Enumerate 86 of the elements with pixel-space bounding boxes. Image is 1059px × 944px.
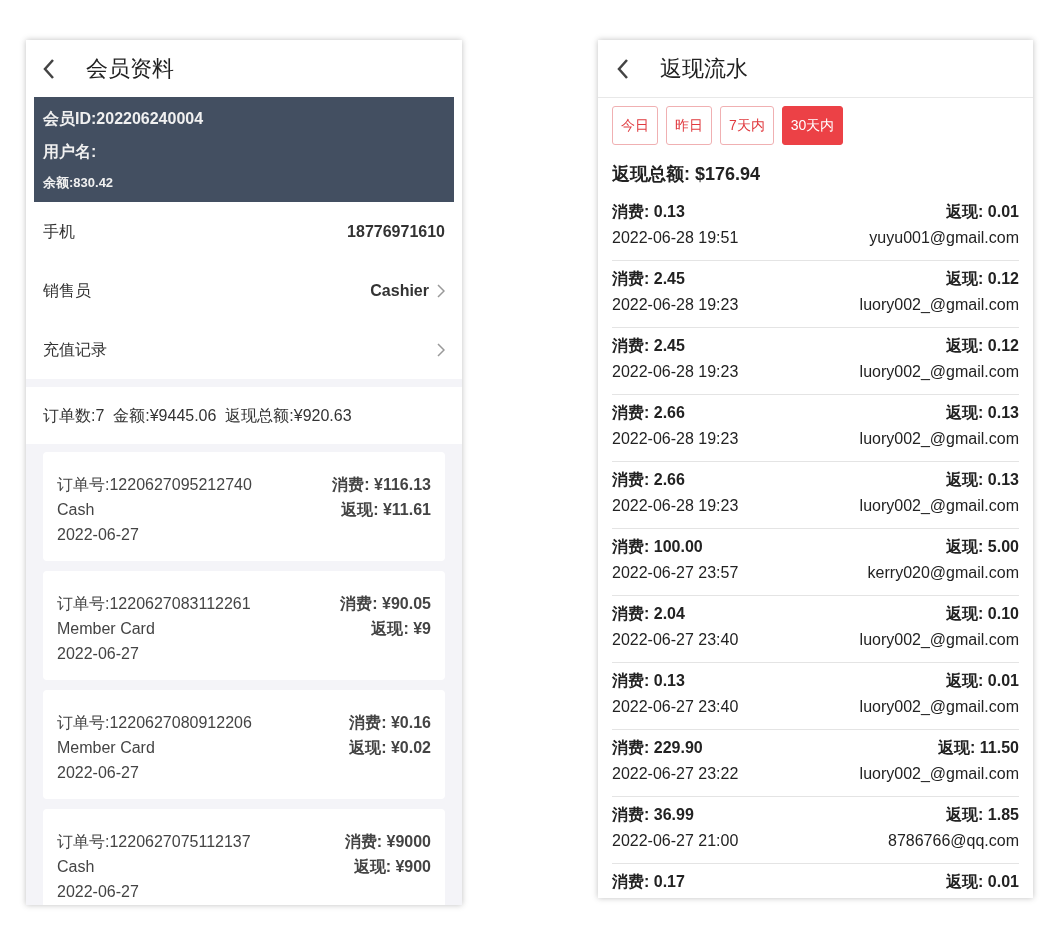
order-date: 2022-06-27 (57, 644, 140, 664)
order-number: 订单号:1220627080912206 (57, 713, 252, 733)
customer-email: luory002_@gmail.com (859, 429, 1019, 449)
record-time: 2022-06-28 19:23 (612, 295, 739, 315)
spend-amount: 消费: 2.45 (612, 269, 685, 289)
rebate-amount: 返现: ¥11.61 (341, 500, 431, 520)
rebate-amount: 返现: 5.00 (946, 537, 1019, 557)
customer-email: 8786766@qq.com (888, 831, 1019, 851)
rebate-amount: 返现: 1.85 (946, 805, 1019, 825)
rebate-amount: 返现: 0.01 (946, 202, 1019, 222)
row-label: 充值记录 (43, 339, 107, 360)
spend-amount: 消费: 0.17 (612, 872, 685, 892)
record-time: 2022-06-27 23:40 (612, 630, 739, 650)
spend-amount: 消费: 36.99 (612, 805, 694, 825)
payment-method: Cash (57, 857, 96, 877)
spend-amount: 消费: 2.66 (612, 403, 685, 423)
screen-title: 会员资料 (86, 55, 174, 83)
chevron-right-icon (437, 283, 445, 298)
row-label: 手机 (43, 221, 75, 242)
spend-amount: 消费: 100.00 (612, 537, 703, 557)
date-filter-tab[interactable]: 今日 (612, 106, 658, 145)
spend-amount: 消费: ¥0.16 (349, 713, 431, 733)
rebate-amount: 返现: 0.13 (946, 470, 1019, 490)
order-card[interactable]: 订单号:1220627095212740 Cash 2022-06-27 消费: ¥116.13 返现: ¥11.61 (43, 452, 445, 561)
record-time: 2022-06-28 19:23 (612, 362, 739, 382)
spend-amount: 消费: 2.04 (612, 604, 685, 624)
rebate-amount: 返现: 0.13 (946, 403, 1019, 423)
payment-method: Member Card (57, 619, 156, 639)
member-id: 会员ID:202206240004 (43, 109, 205, 129)
record-time: 2022-06-28 19:51 (612, 228, 739, 248)
payment-method: Member Card (57, 738, 156, 758)
rebate-amount: 返现: 0.10 (946, 604, 1019, 624)
customer-email: yuyu001@gmail.com (869, 228, 1019, 248)
record-time: 2022-06-28 19:23 (612, 429, 739, 449)
date-filter-tab[interactable]: 30天内 (781, 106, 844, 145)
spend-amount: 消费: ¥90.05 (340, 594, 431, 614)
order-number: 订单号:1220627075112137 (57, 832, 251, 852)
record-time: 2022-06-27 23:57 (612, 563, 739, 583)
rebate-amount: 返现: ¥900 (353, 857, 431, 877)
date-filter-tab[interactable]: 昨日 (666, 106, 712, 145)
order-card[interactable]: 订单号:1220627083112261 Member Card 2022-06-27 消费: ¥90.05 返现: ¥9 (43, 571, 445, 680)
payment-method: Cash (57, 500, 96, 520)
customer-email: luory002_@gmail.com (859, 295, 1019, 315)
customer-email: luory002_@gmail.com (859, 496, 1019, 516)
balance-text: 余额:830.42 (43, 173, 115, 192)
rebate-amount: 返现: ¥0.02 (349, 738, 431, 758)
rebate-amount: 返现: 0.12 (946, 269, 1019, 289)
order-date: 2022-06-27 (57, 882, 140, 902)
spend-amount: 消费: 229.90 (612, 738, 703, 758)
rebate-amount: 返现: 0.01 (946, 872, 1019, 892)
screen-title: 返现流水 (660, 55, 748, 83)
record-time: 2022-06-27 21:00 (612, 831, 739, 851)
order-number: 订单号:1220627083112261 (57, 594, 251, 614)
spend-amount: 消费: ¥116.13 (332, 475, 431, 495)
customer-email: luory002_@gmail.com (859, 362, 1019, 382)
rebate-amount: 返现: ¥9 (371, 619, 431, 639)
row-label: 销售员 (43, 280, 91, 301)
date-filter-tab[interactable]: 7天内 (720, 106, 774, 145)
spend-amount: 消费: 0.13 (612, 671, 685, 691)
customer-email: luory002_@gmail.com (859, 630, 1019, 650)
chevron-right-icon (437, 342, 445, 357)
order-number: 订单号:1220627095212740 (57, 475, 252, 495)
customer-email: kerry020@gmail.com (867, 563, 1019, 583)
row-value: Cashier (370, 280, 429, 301)
order-card[interactable]: 订单号:1220627075112137 Cash 2022-06-27 消费: ¥9000 返现: ¥900 (43, 809, 445, 905)
back-icon[interactable] (616, 57, 630, 80)
spend-amount: 消费: ¥9000 (344, 832, 431, 852)
row-value: 18776971610 (347, 221, 445, 242)
spend-amount: 消费: 0.13 (612, 202, 685, 222)
username-label: 用户名: (43, 141, 98, 162)
order-date: 2022-06-27 (57, 763, 140, 783)
cashback-total: 返现总额: $176.94 (612, 164, 761, 184)
record-time: 2022-06-27 23:22 (612, 764, 739, 784)
record-time: 2022-06-27 23:40 (612, 697, 739, 717)
order-date: 2022-06-27 (57, 525, 140, 545)
order-card[interactable]: 订单号:1220627080912206 Member Card 2022-06-27 消费: ¥0.16 返现: ¥0.02 (43, 690, 445, 799)
rebate-amount: 返现: 0.01 (946, 671, 1019, 691)
rebate-amount: 返现: 11.50 (938, 738, 1019, 758)
customer-email: luory002_@gmail.com (859, 697, 1019, 717)
record-time: 2022-06-28 19:23 (612, 496, 739, 516)
customer-email: luory002_@gmail.com (859, 764, 1019, 784)
order-summary: 订单数:7 金额:¥9445.06 返现总额:¥920.63 (43, 405, 352, 426)
rebate-amount: 返现: 0.12 (946, 336, 1019, 356)
spend-amount: 消费: 2.45 (612, 336, 685, 356)
spend-amount: 消费: 2.66 (612, 470, 685, 490)
back-icon[interactable] (42, 57, 56, 80)
